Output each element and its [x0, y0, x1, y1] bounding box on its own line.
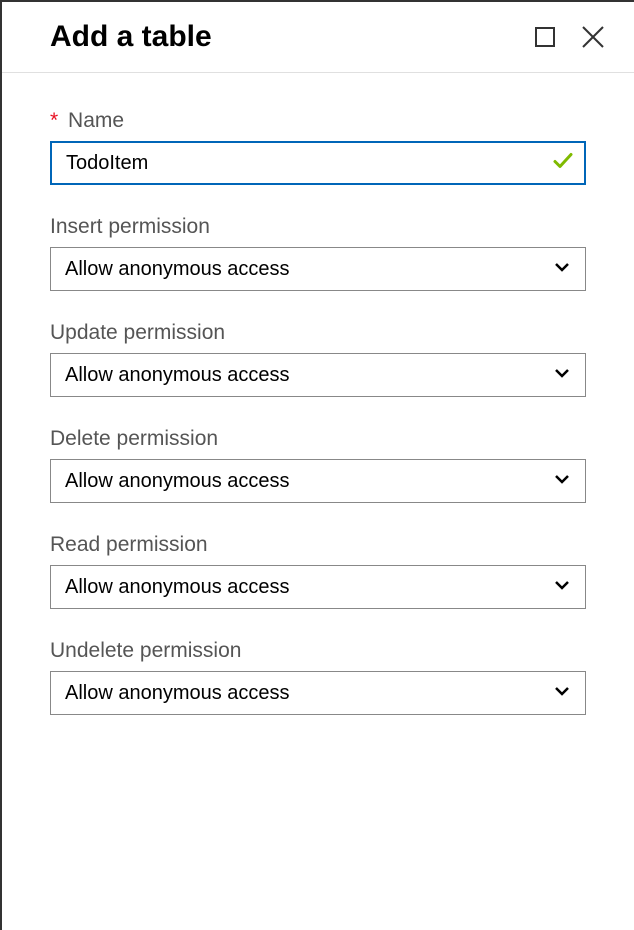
insert-permission-label: Insert permission — [50, 215, 586, 239]
insert-permission-group: Insert permission Allow anonymous access — [50, 215, 586, 291]
panel-header: Add a table — [2, 2, 634, 73]
update-permission-group: Update permission Allow anonymous access — [50, 321, 586, 397]
update-permission-select[interactable]: Allow anonymous access — [50, 353, 586, 397]
close-button[interactable] — [580, 24, 606, 50]
chevron-down-icon — [553, 470, 571, 493]
maximize-icon — [534, 26, 556, 48]
undelete-permission-select[interactable]: Allow anonymous access — [50, 671, 586, 715]
chevron-down-icon — [553, 576, 571, 599]
panel-title: Add a table — [50, 20, 212, 54]
form-body: * Name Insert permission Allow anonymous… — [2, 73, 634, 781]
undelete-permission-value: Allow anonymous access — [65, 682, 553, 705]
delete-permission-label: Delete permission — [50, 427, 586, 451]
read-permission-group: Read permission Allow anonymous access — [50, 533, 586, 609]
header-actions — [534, 24, 606, 50]
close-icon — [580, 24, 606, 50]
chevron-down-icon — [553, 258, 571, 281]
maximize-button[interactable] — [534, 26, 556, 48]
validation-check-icon — [552, 150, 574, 177]
delete-permission-value: Allow anonymous access — [65, 470, 553, 493]
undelete-permission-group: Undelete permission Allow anonymous acce… — [50, 639, 586, 715]
insert-permission-select[interactable]: Allow anonymous access — [50, 247, 586, 291]
required-asterisk: * — [50, 109, 58, 132]
update-permission-label: Update permission — [50, 321, 586, 345]
update-permission-value: Allow anonymous access — [65, 364, 553, 387]
name-label-text: Name — [68, 109, 124, 132]
read-permission-select[interactable]: Allow anonymous access — [50, 565, 586, 609]
chevron-down-icon — [553, 682, 571, 705]
name-input-wrapper — [50, 141, 586, 185]
chevron-down-icon — [553, 364, 571, 387]
name-field-group: * Name — [50, 109, 586, 185]
name-input[interactable] — [50, 141, 586, 185]
insert-permission-value: Allow anonymous access — [65, 258, 553, 281]
read-permission-label: Read permission — [50, 533, 586, 557]
delete-permission-group: Delete permission Allow anonymous access — [50, 427, 586, 503]
name-label: * Name — [50, 109, 586, 133]
undelete-permission-label: Undelete permission — [50, 639, 586, 663]
delete-permission-select[interactable]: Allow anonymous access — [50, 459, 586, 503]
read-permission-value: Allow anonymous access — [65, 576, 553, 599]
